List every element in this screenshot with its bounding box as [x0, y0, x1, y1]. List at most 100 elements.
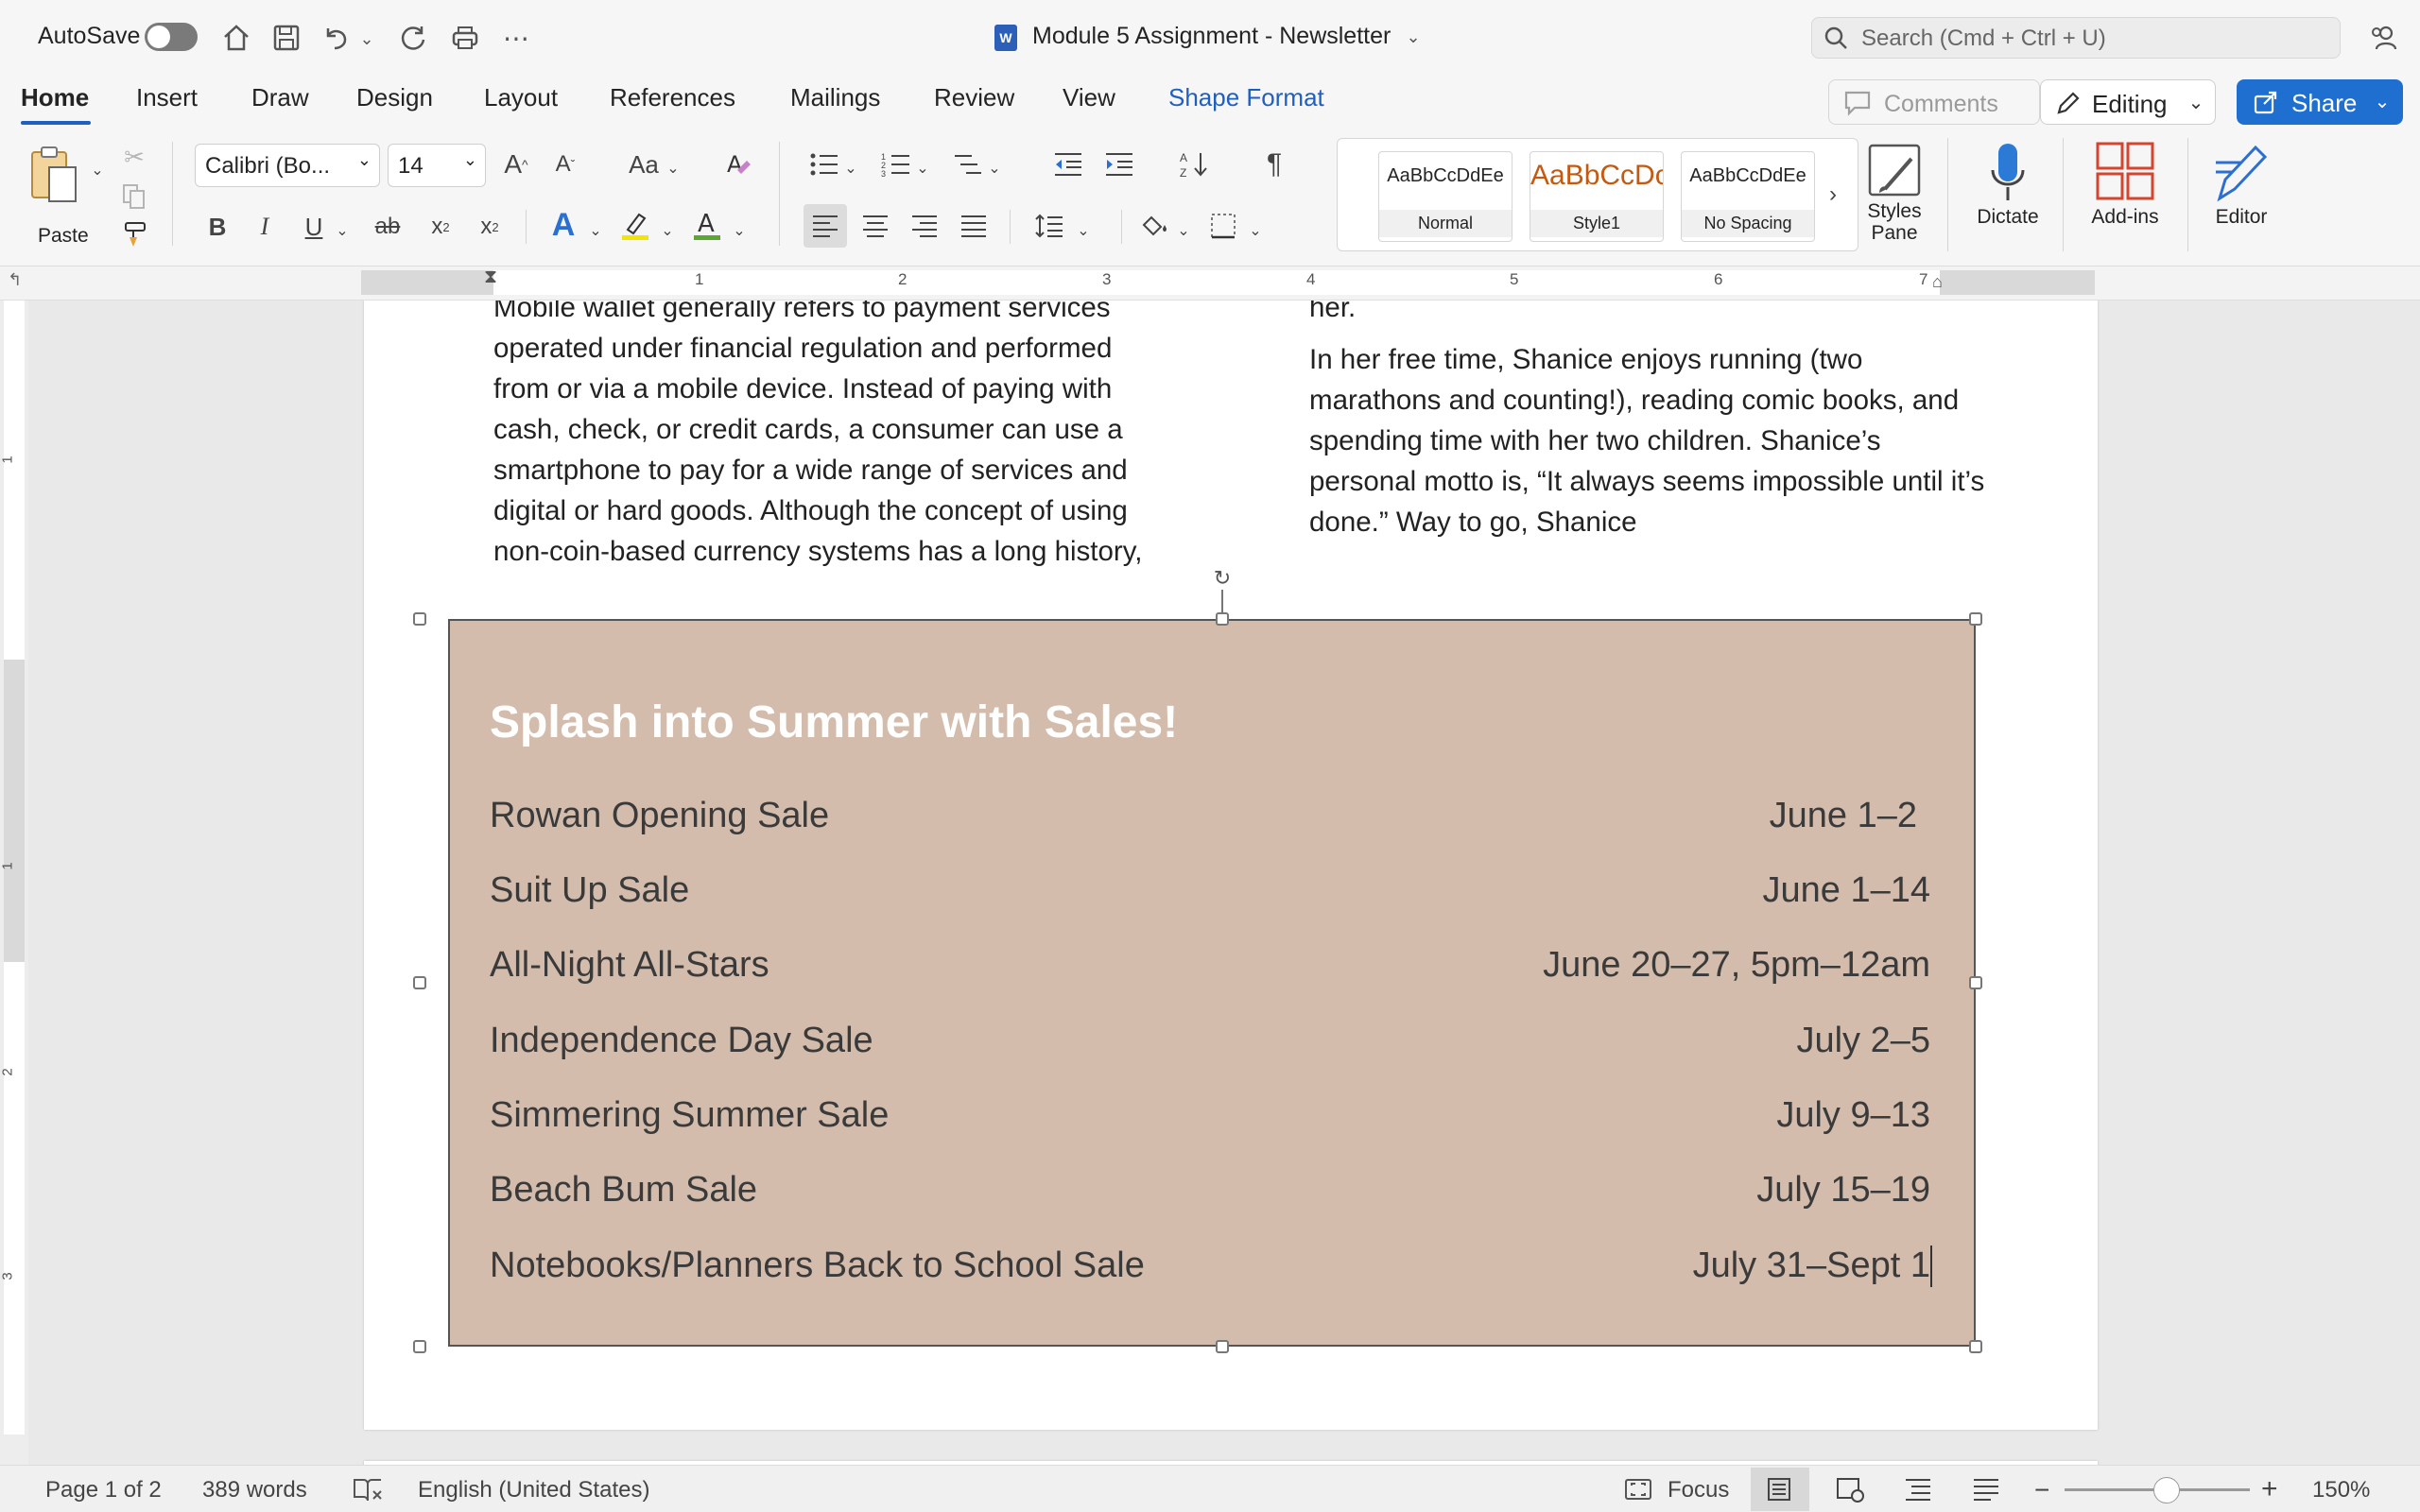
outline-view-icon[interactable]	[1902, 1475, 1934, 1503]
align-center-icon[interactable]	[856, 207, 894, 245]
bold-button[interactable]: B	[199, 208, 236, 246]
bullets-chevron-icon[interactable]: ⌄	[841, 149, 860, 187]
style-style1[interactable]: AaBbCcDc Style1	[1530, 151, 1664, 242]
increase-indent-icon[interactable]	[1100, 146, 1138, 183]
proofing-icon[interactable]	[352, 1475, 384, 1503]
zoom-out-icon[interactable]: −	[2034, 1475, 2049, 1505]
document-canvas[interactable]: Mobile wallet generally refers to paymen…	[28, 301, 2420, 1465]
line-spacing-icon[interactable]	[1030, 207, 1068, 245]
tab-home[interactable]: Home	[21, 83, 89, 112]
focus-label[interactable]: Focus	[1668, 1477, 1729, 1503]
home-icon[interactable]	[217, 19, 255, 57]
tab-review[interactable]: Review	[934, 83, 1014, 112]
document-title[interactable]: Module 5 Assignment - Newsletter	[1032, 23, 1391, 50]
format-painter-icon[interactable]	[115, 215, 153, 253]
copy-icon[interactable]	[115, 178, 153, 215]
tab-draw[interactable]: Draw	[251, 83, 309, 112]
word-count[interactable]: 389 words	[202, 1477, 307, 1503]
pilcrow-icon[interactable]: ¶	[1255, 146, 1293, 183]
sale-row[interactable]: Simmering Summer Sale July 9–13	[490, 1095, 1930, 1152]
resize-handle-bottom-right[interactable]	[1969, 1340, 1982, 1353]
rotate-handle-icon[interactable]: ↻	[1211, 567, 1234, 590]
numbering-chevron-icon[interactable]: ⌄	[913, 149, 932, 187]
comments-button[interactable]: Comments	[1828, 79, 2040, 125]
font-name-dropdown[interactable]: Calibri (Bo... ⌄	[195, 144, 380, 187]
title-chevron-down-icon[interactable]: ⌄	[1403, 23, 1424, 51]
highlight-chevron-icon[interactable]: ⌄	[658, 212, 677, 249]
font-size-dropdown[interactable]: 14 ⌄	[388, 144, 486, 187]
sale-row[interactable]: Independence Day Sale July 2–5	[490, 1021, 1930, 1077]
horizontal-ruler[interactable]: ↰ ⧗ 1 2 3 4 5 6 7 ⌂	[0, 266, 2420, 301]
numbering-icon[interactable]: 123	[877, 146, 915, 183]
text-effects-icon[interactable]: A	[544, 206, 582, 244]
focus-icon[interactable]	[1622, 1475, 1654, 1503]
indent-marker-icon[interactable]: ⧗	[484, 266, 497, 288]
editing-button[interactable]: Editing ⌄	[2040, 79, 2216, 125]
style-normal[interactable]: AaBbCcDdEe Normal	[1378, 151, 1512, 242]
shrink-font-icon[interactable]: Aˇ	[546, 146, 584, 183]
add-ins-button[interactable]: Add-ins	[2076, 142, 2174, 229]
vertical-ruler[interactable]: 1 1 2 3	[0, 301, 28, 1465]
people-icon[interactable]	[2365, 19, 2403, 57]
web-layout-icon[interactable]	[1834, 1475, 1866, 1503]
multilevel-list-icon[interactable]	[949, 146, 987, 183]
align-right-icon[interactable]	[906, 207, 943, 245]
line-spacing-chevron-icon[interactable]: ⌄	[1074, 212, 1093, 249]
sort-icon[interactable]: AZ	[1176, 146, 1214, 183]
zoom-level[interactable]: 150%	[2312, 1477, 2370, 1503]
change-case-chevron-icon[interactable]: ⌄	[664, 149, 683, 187]
font-color-chevron-icon[interactable]: ⌄	[730, 212, 749, 249]
dictate-button[interactable]: Dictate	[1961, 142, 2055, 229]
right-column-text[interactable]: her. In her free time, Shanice enjoys ru…	[1309, 301, 2047, 542]
undo-icon[interactable]	[317, 19, 354, 57]
resize-handle-top-right[interactable]	[1969, 612, 1982, 626]
sale-row[interactable]: Rowan Opening Sale June 1–2	[490, 796, 1930, 852]
subscript-button[interactable]: x2	[422, 208, 459, 246]
underline-chevron-icon[interactable]: ⌄	[333, 212, 352, 249]
zoom-slider-thumb[interactable]	[2153, 1477, 2180, 1503]
clear-formatting-icon[interactable]: A	[720, 146, 758, 183]
change-case-icon[interactable]: Aa	[620, 146, 667, 183]
more-icon[interactable]: ⋯	[497, 19, 535, 57]
editor-button[interactable]: Editor	[2197, 142, 2286, 229]
bullets-icon[interactable]	[805, 146, 843, 183]
strikethrough-button[interactable]: ab	[369, 208, 406, 246]
right-indent-marker-icon[interactable]: ⌂	[1932, 272, 1943, 292]
resize-handle-bottom[interactable]	[1216, 1340, 1229, 1353]
sale-row[interactable]: All-Night All-Stars June 20–27, 5pm–12am	[490, 945, 1930, 1002]
grow-font-icon[interactable]: A ^	[497, 146, 535, 183]
borders-icon[interactable]	[1204, 207, 1242, 245]
draft-view-icon[interactable]	[1970, 1475, 2002, 1503]
justify-icon[interactable]	[955, 207, 993, 245]
resize-handle-left[interactable]	[413, 976, 426, 989]
language[interactable]: English (United States)	[418, 1477, 649, 1503]
tab-view[interactable]: View	[1063, 83, 1115, 112]
borders-chevron-icon[interactable]: ⌄	[1246, 212, 1265, 249]
sale-row[interactable]: Notebooks/Planners Back to School Sale J…	[490, 1246, 1930, 1302]
tab-mailings[interactable]: Mailings	[790, 83, 880, 112]
styles-pane-button[interactable]: Styles Pane	[1855, 142, 1934, 244]
shape-title[interactable]: Splash into Summer with Sales!	[490, 696, 1178, 748]
underline-button[interactable]: U	[295, 208, 333, 246]
font-color-icon[interactable]: A	[688, 206, 726, 244]
superscript-button[interactable]: x2	[471, 208, 509, 246]
page-count[interactable]: Page 1 of 2	[45, 1477, 162, 1503]
multilevel-chevron-icon[interactable]: ⌄	[985, 149, 1004, 187]
search-box[interactable]: Search (Cmd + Ctrl + U)	[1811, 17, 2341, 59]
document-page[interactable]: Mobile wallet generally refers to paymen…	[364, 301, 2098, 1430]
sale-row[interactable]: Suit Up Sale June 1–14	[490, 870, 1930, 927]
print-layout-view-button[interactable]	[1751, 1468, 1809, 1511]
resize-handle-bottom-left[interactable]	[413, 1340, 426, 1353]
tab-layout[interactable]: Layout	[484, 83, 558, 112]
decrease-indent-icon[interactable]	[1049, 146, 1087, 183]
cut-icon[interactable]: ✂	[115, 138, 153, 176]
tab-selector-icon[interactable]: ↰	[8, 270, 22, 290]
sales-text-box-shape[interactable]: Splash into Summer with Sales! Rowan Ope…	[448, 619, 1976, 1347]
autosave-toggle[interactable]	[145, 23, 198, 51]
undo-dropdown-icon[interactable]: ⌄	[357, 25, 376, 53]
tab-references[interactable]: References	[610, 83, 735, 112]
resize-handle-top-left[interactable]	[413, 612, 426, 626]
tab-design[interactable]: Design	[356, 83, 433, 112]
redo-icon[interactable]	[395, 19, 433, 57]
style-no-spacing[interactable]: AaBbCcDdEe No Spacing	[1681, 151, 1815, 242]
